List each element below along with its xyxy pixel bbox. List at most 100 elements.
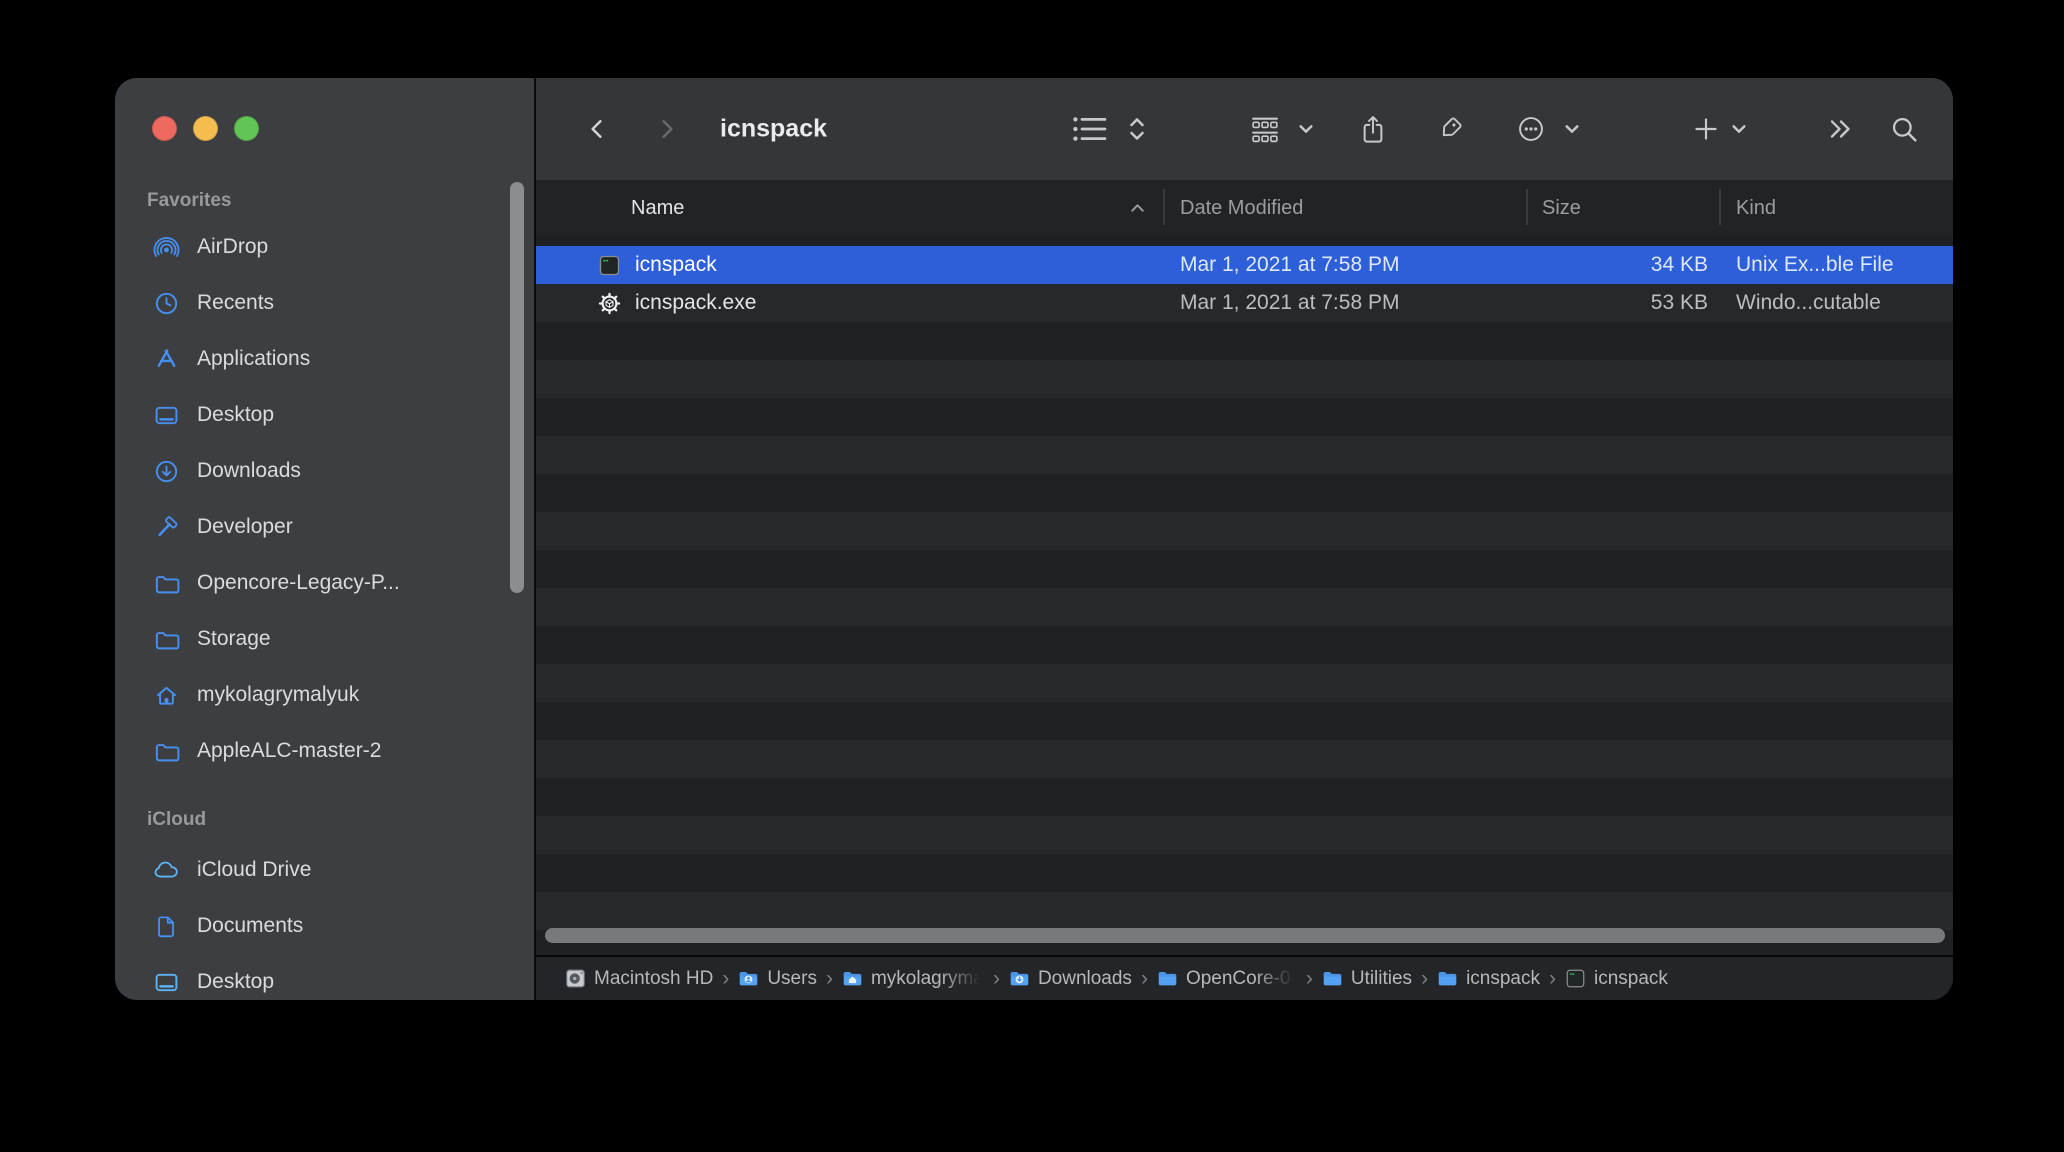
sidebar-item-applealc-master-2[interactable]: AppleALC-master-2 <box>115 723 534 779</box>
sidebar-item-recents[interactable]: Recents <box>115 275 534 331</box>
sidebar-item-documents[interactable]: Documents <box>115 898 534 954</box>
empty-list-stripe <box>536 512 1953 550</box>
tag-button[interactable] <box>1435 114 1466 145</box>
folder-icon <box>153 738 180 765</box>
sidebar-item-label: Documents <box>197 914 304 937</box>
file-name-cell: icnspack <box>536 253 1164 277</box>
sidebar-scrollbar[interactable] <box>510 182 524 593</box>
sidebar-item-label: Developer <box>197 515 293 538</box>
column-header-date-modified[interactable]: Date Modified <box>1164 197 1527 220</box>
sidebar-item-label: Opencore-Legacy-P... <box>197 571 400 594</box>
sidebar-item-airdrop[interactable]: AirDrop <box>115 219 534 275</box>
column-header-size[interactable]: Size <box>1527 197 1720 220</box>
column-divider[interactable] <box>1719 189 1721 225</box>
path-bar: Macintosh HD › Users › mykolagryma › Downloads… <box>536 955 1953 1000</box>
breadcrumb-item-opencore-0-[interactable]: OpenCore-0- <box>1157 968 1297 990</box>
chevrons-up-down-icon <box>1127 113 1147 145</box>
column-divider[interactable] <box>1526 189 1528 225</box>
overflow-toolbar-button[interactable] <box>1825 115 1855 143</box>
empty-list-stripe <box>536 588 1953 626</box>
sidebar-item-icloud-drive[interactable]: iCloud Drive <box>115 842 534 898</box>
share-button[interactable] <box>1360 114 1387 145</box>
file-name: icnspack <box>635 253 717 276</box>
file-kind: Unix Ex...ble File <box>1736 253 1894 276</box>
sidebar-item-applications[interactable]: Applications <box>115 331 534 387</box>
breadcrumb-item-mykolagryma[interactable]: mykolagryma <box>842 968 984 990</box>
file-list: icnspack Mar 1, 2021 at 7:58 PM 34 KB Unix … <box>536 236 1953 955</box>
folder-icon <box>153 570 180 597</box>
file-name: icnspack.exe <box>635 291 757 314</box>
sidebar-item-label: AirDrop <box>197 235 269 258</box>
column-header-name[interactable]: Name <box>536 180 1164 236</box>
breadcrumb-separator: › <box>992 967 1000 990</box>
breadcrumb-label: icnspack <box>1593 967 1668 989</box>
double-chevron-icon <box>1825 115 1855 143</box>
forward-button[interactable] <box>654 116 681 143</box>
breadcrumb-item-icnspack[interactable]: icnspack <box>1565 968 1668 990</box>
plus-icon <box>1692 115 1721 144</box>
sidebar-item-mykolagrymalyuk[interactable]: mykolagrymalyuk <box>115 667 534 723</box>
breadcrumb-item-icnspack[interactable]: icnspack <box>1437 968 1540 990</box>
breadcrumb-label: icnspack <box>1466 967 1540 989</box>
search-button[interactable] <box>1889 114 1920 145</box>
desktop-icon <box>153 402 180 429</box>
sort-ascending-icon <box>1129 203 1146 214</box>
breadcrumb-label: mykolagryma <box>870 967 984 989</box>
exe-file-icon <box>598 292 621 315</box>
folder-icon <box>1157 968 1178 989</box>
empty-list-stripe <box>536 360 1953 398</box>
empty-list-stripe <box>536 816 1953 854</box>
group-button[interactable] <box>1249 114 1282 145</box>
breadcrumb-item-macintosh-hd[interactable]: Macintosh HD <box>565 968 713 990</box>
sidebar-item-desktop[interactable]: Desktop <box>115 387 534 443</box>
zoom-button[interactable] <box>234 116 259 141</box>
toolbar: icnspack <box>536 78 1953 182</box>
file-date-modified: Mar 1, 2021 at 7:58 PM <box>1180 253 1400 276</box>
empty-list-stripe <box>536 664 1953 702</box>
view-list-button[interactable] <box>1072 114 1109 144</box>
share-icon <box>1360 114 1387 145</box>
ellipsis-circle-icon <box>1516 114 1546 144</box>
view-options-chevrons[interactable] <box>1127 113 1147 145</box>
column-header-kind[interactable]: Kind <box>1720 197 1953 220</box>
sidebar-item-downloads[interactable]: Downloads <box>115 443 534 499</box>
empty-list-stripe <box>536 550 1953 588</box>
back-button[interactable] <box>584 116 611 143</box>
new-item-button[interactable] <box>1692 115 1721 144</box>
chevron-down-icon <box>1298 123 1315 136</box>
horizontal-scrollbar[interactable] <box>545 928 1945 943</box>
breadcrumb-separator: › <box>1140 967 1148 990</box>
clock-icon <box>153 290 180 317</box>
column-divider[interactable] <box>1163 189 1165 225</box>
search-icon <box>1889 114 1920 145</box>
desktop-icon <box>153 969 180 996</box>
empty-list-stripe <box>536 702 1953 740</box>
close-button[interactable] <box>152 116 177 141</box>
new-item-chevron-button[interactable] <box>1731 123 1748 136</box>
breadcrumb-item-utilities[interactable]: Utilities <box>1322 968 1412 990</box>
file-name-cell: icnspack.exe <box>536 291 1164 315</box>
folder-downloads-icon <box>1009 968 1030 989</box>
sidebar-item-label: Downloads <box>197 459 301 482</box>
more-actions-chevron-button[interactable] <box>1564 123 1581 136</box>
breadcrumb-label: Users <box>767 967 817 989</box>
group-chevron-button[interactable] <box>1298 123 1315 136</box>
sidebar-item-opencore-legacy-p[interactable]: Opencore-Legacy-P... <box>115 555 534 611</box>
list-view-icon <box>1072 114 1109 144</box>
file-row-icnspack-exe[interactable]: icnspack.exe Mar 1, 2021 at 7:58 PM 53 KB W… <box>536 284 1953 322</box>
breadcrumb-item-users[interactable]: Users <box>738 968 817 990</box>
breadcrumb-item-downloads[interactable]: Downloads <box>1009 968 1132 990</box>
file-row-icnspack[interactable]: icnspack Mar 1, 2021 at 7:58 PM 34 KB Unix … <box>536 246 1953 284</box>
airdrop-icon <box>153 234 180 261</box>
sidebar-item-storage[interactable]: Storage <box>115 611 534 667</box>
sidebar-item-label: iCloud Drive <box>197 858 312 881</box>
sidebar: Favorites AirDrop Recents Applications Desk… <box>115 78 534 1000</box>
sidebar-item-desktop[interactable]: Desktop <box>115 954 534 1000</box>
more-actions-button[interactable] <box>1516 114 1546 144</box>
hammer-icon <box>153 514 180 541</box>
sidebar-item-developer[interactable]: Developer <box>115 499 534 555</box>
minimize-button[interactable] <box>193 116 218 141</box>
tag-icon <box>1435 114 1466 145</box>
sidebar-section-icloud-title: iCloud <box>147 809 207 830</box>
finder-window: Favorites AirDrop Recents Applications Desk… <box>115 78 1953 1000</box>
